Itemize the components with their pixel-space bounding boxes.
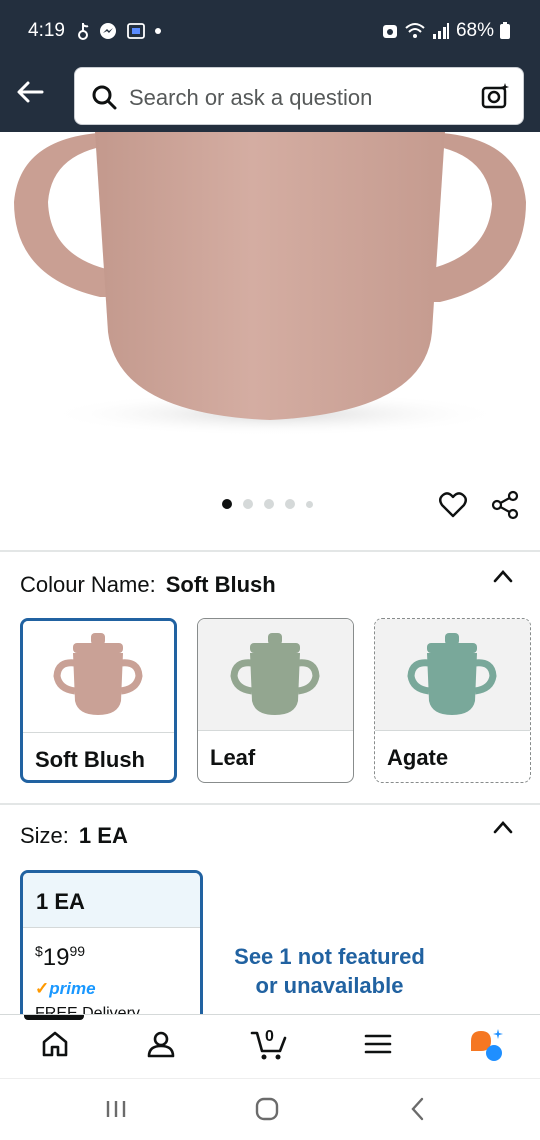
bottom-nav — [0, 1014, 540, 1078]
status-time: 4:19 — [28, 20, 65, 41]
system-status-icons: 68% — [382, 20, 510, 42]
carousel-dot[interactable] — [285, 499, 295, 509]
price-whole: 19 — [42, 944, 70, 971]
colour-label-row: Colour Name: Soft Blush — [20, 572, 276, 598]
app-icon — [127, 23, 145, 39]
product-image[interactable] — [0, 132, 540, 547]
menu-icon[interactable] — [364, 1029, 392, 1059]
sippy-cup-leaf-image — [230, 633, 320, 715]
carousel-dot[interactable] — [306, 500, 313, 508]
size-card-header: 1 EA — [23, 873, 200, 928]
prime-badge: ✓prime — [35, 979, 96, 999]
price: $1999 — [35, 943, 85, 972]
swatch-image — [23, 621, 174, 732]
notification-icons — [76, 21, 162, 41]
colour-selected-value: Soft Blush — [165, 572, 276, 597]
battery-percent: 68% — [455, 20, 494, 41]
colour-label: Colour Name: — [20, 572, 156, 597]
back-nav-icon[interactable] — [406, 1095, 430, 1123]
search-input[interactable]: Search or ask a question — [74, 67, 524, 125]
carousel-dot[interactable] — [243, 499, 253, 509]
search-icon — [92, 85, 117, 110]
size-option-card[interactable]: 1 EA $1999 ✓prime FREE Delivery — [20, 870, 203, 1030]
size-selected-value: 1 EA — [78, 823, 128, 848]
section-divider — [0, 550, 540, 552]
battery-icon — [500, 22, 510, 39]
swatch-image — [198, 619, 353, 730]
carousel-dot[interactable] — [222, 499, 232, 509]
prime-check-icon: ✓ — [35, 979, 50, 998]
account-icon[interactable] — [146, 1029, 176, 1059]
colour-swatch-agate[interactable]: Agate — [374, 618, 531, 783]
share-icon[interactable] — [490, 490, 520, 520]
see-not-featured-link[interactable]: See 1 not featured or unavailable — [232, 942, 427, 1000]
back-arrow-icon[interactable] — [14, 76, 46, 108]
status-bar: 4:19 68% — [0, 0, 540, 64]
wifi-icon — [405, 23, 425, 38]
search-placeholder: Search or ask a question — [129, 85, 373, 110]
swatch-image — [375, 619, 530, 730]
colour-swatch-leaf[interactable]: Leaf — [197, 618, 354, 783]
home-nav-icon[interactable] — [254, 1095, 280, 1123]
carousel-dot[interactable] — [264, 499, 274, 509]
price-symbol: $ — [35, 943, 43, 959]
swatch-label: Soft Blush — [35, 747, 145, 772]
image-carousel-dots[interactable] — [222, 499, 313, 509]
swatch-label: Leaf — [210, 745, 256, 770]
size-card-name: 1 EA — [36, 889, 85, 914]
tiktok-icon — [78, 23, 89, 40]
product-mug-image — [14, 132, 526, 436]
prime-label: prime — [49, 979, 96, 998]
dot-icon — [155, 28, 161, 34]
chevron-up-icon[interactable] — [492, 567, 514, 585]
swatch-label: Agate — [387, 745, 449, 770]
sippy-cup-agate-image — [407, 633, 497, 715]
camera-search-icon[interactable] — [481, 81, 511, 111]
app-header: Search or ask a question — [0, 64, 540, 132]
system-nav-bar — [0, 1078, 540, 1140]
messenger-icon — [100, 23, 116, 39]
recents-icon[interactable] — [104, 1095, 128, 1123]
signal-icon — [432, 23, 449, 39]
colour-swatch-soft-blush[interactable]: Soft Blush — [20, 618, 177, 783]
sippy-cup-pink-image — [53, 633, 143, 715]
home-icon[interactable] — [40, 1029, 70, 1059]
chevron-up-icon[interactable] — [492, 818, 514, 836]
alarm-icon — [382, 25, 397, 38]
size-label-row: Size: 1 EA — [20, 823, 128, 849]
size-label: Size: — [20, 823, 69, 848]
heart-icon[interactable] — [438, 490, 468, 520]
cart-count: 0 — [265, 1028, 274, 1045]
price-fraction: 99 — [69, 943, 86, 959]
rufus-icon[interactable] — [467, 1029, 505, 1063]
section-divider — [0, 803, 540, 805]
active-tab-indicator — [24, 1015, 84, 1020]
